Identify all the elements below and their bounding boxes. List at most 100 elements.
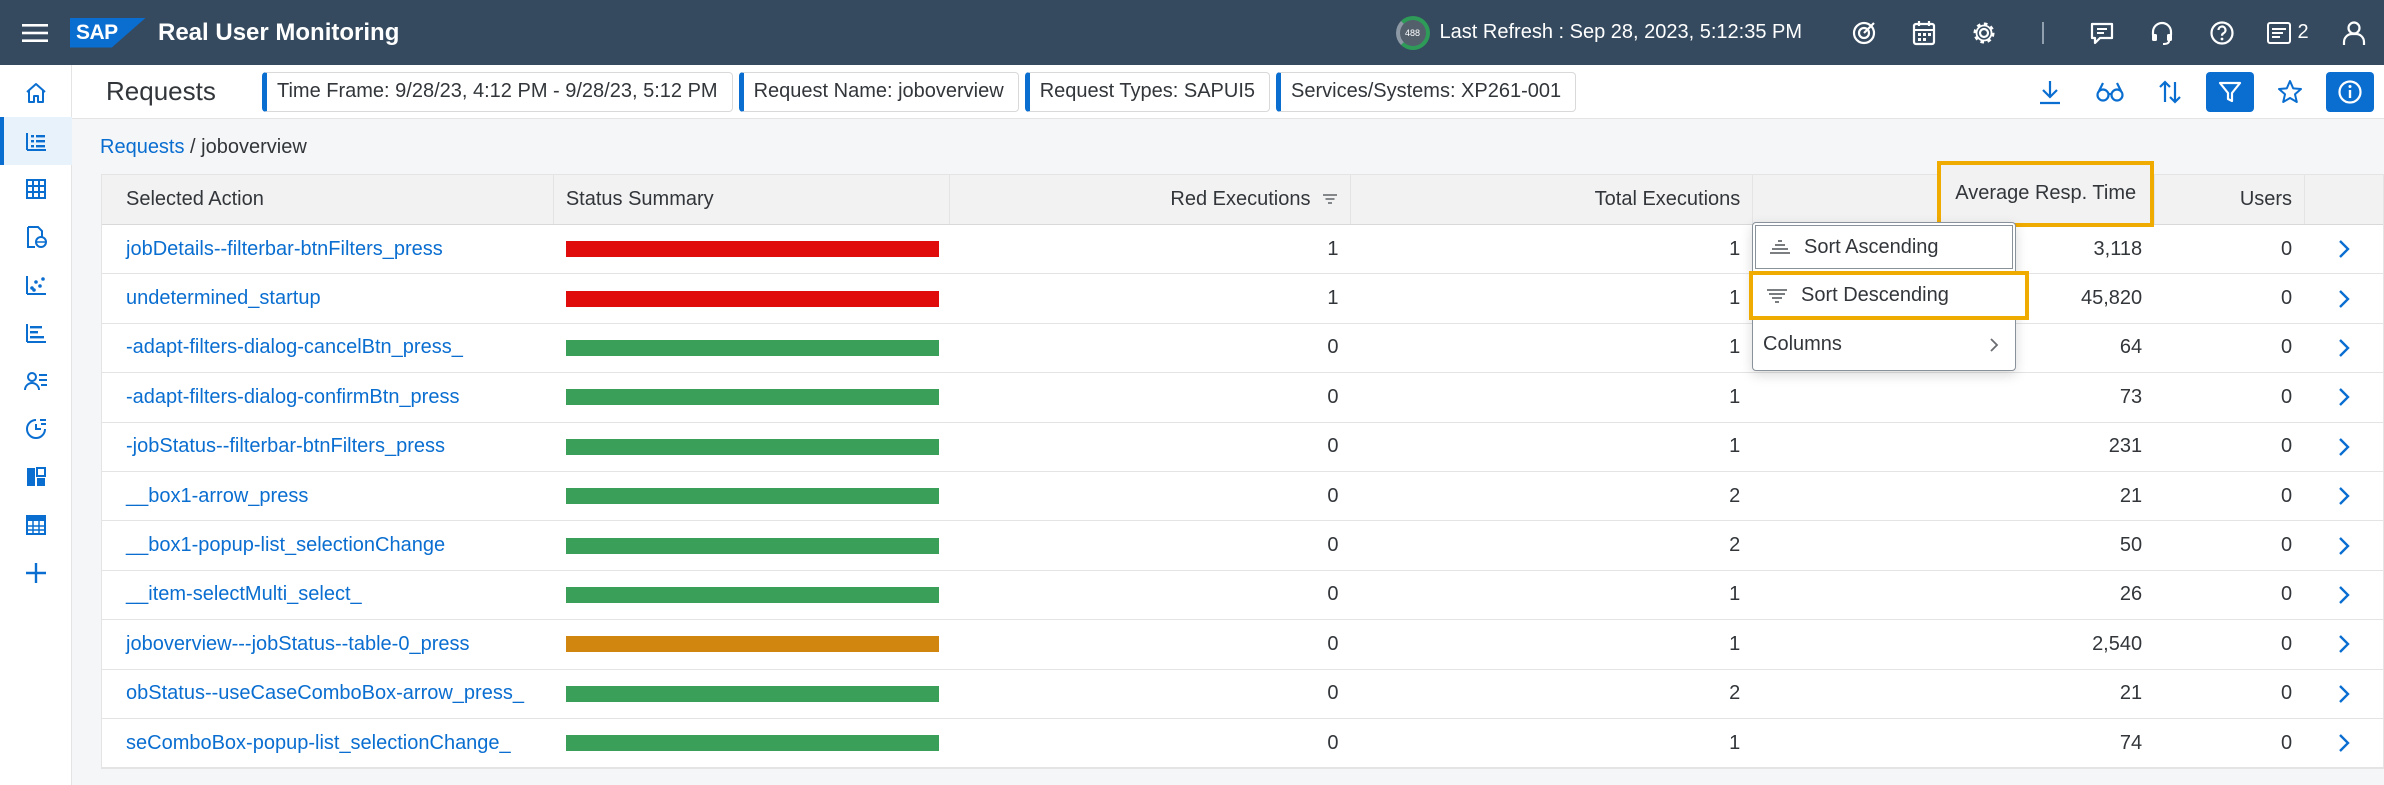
selected-action-link[interactable]: -adapt-filters-dialog-cancelBtn_press_	[102, 324, 554, 372]
users-cell: 0	[2280, 534, 2293, 557]
selected-action-link[interactable]: jobDetails--filterbar-btnFilters_press	[102, 225, 554, 273]
chevron-right-icon	[2338, 240, 2350, 259]
grid-icon	[26, 179, 46, 199]
filter-button[interactable]	[2206, 72, 2254, 112]
total-executions-cell: 1	[1729, 632, 1741, 655]
chevron-right-icon	[2338, 586, 2350, 604]
chevron-right-icon	[2338, 734, 2350, 752]
compare-button[interactable]	[2086, 72, 2134, 112]
filter-token-request-types[interactable]: Request Types: SAPUI5	[1024, 71, 1271, 112]
status-summary-cell	[554, 571, 950, 619]
row-navigation[interactable]	[2305, 719, 2383, 767]
sort-button[interactable]	[2146, 72, 2194, 112]
selected-action-link[interactable]: seComboBox-popup-list_selectionChange_	[102, 719, 554, 767]
filter-token-time-frame[interactable]: Time Frame: 9/28/23, 4:12 PM - 9/28/23, …	[262, 71, 733, 112]
table-row[interactable]: obStatus--useCaseComboBox-arrow_press_ 0 2…	[102, 670, 2383, 719]
nav-history[interactable]	[0, 405, 72, 453]
column-header-total-executions[interactable]: Total Executions	[1351, 175, 1754, 224]
column-header-average-resp-time[interactable]: Average Resp. Time	[1753, 160, 2156, 227]
download-icon	[2040, 81, 2060, 105]
feedback-icon[interactable]	[2072, 0, 2132, 65]
scatter-chart-icon	[26, 276, 46, 295]
column-header-selected-action[interactable]: Selected Action	[102, 175, 554, 224]
nav-grid[interactable]	[0, 165, 72, 213]
info-button[interactable]	[2326, 72, 2374, 112]
headset-icon[interactable]	[2132, 0, 2192, 65]
selected-action-link[interactable]: undetermined_startup	[102, 274, 554, 322]
table-row[interactable]: __box1-arrow_press 0 2 21 0	[102, 472, 2383, 522]
sort-icon	[2159, 80, 2181, 104]
row-navigation[interactable]	[2305, 423, 2383, 471]
chevron-right-icon	[2338, 388, 2350, 407]
home-icon	[26, 83, 46, 103]
nav-scatter[interactable]	[0, 261, 72, 309]
sort-descending-indicator-icon	[1323, 193, 1338, 204]
table-row[interactable]: -jobStatus--filterbar-btnFilters_press 0 1…	[102, 423, 2383, 472]
refresh-countdown-icon[interactable]: 488	[1395, 15, 1430, 50]
menu-button[interactable]	[0, 0, 70, 65]
status-bar	[565, 735, 939, 752]
sort-ascending-label: Sort Ascending	[1804, 235, 1939, 258]
breadcrumb: Requests / joboverview	[100, 136, 307, 159]
target-icon[interactable]	[1834, 0, 1894, 65]
status-summary-cell	[554, 225, 950, 273]
breadcrumb-current: joboverview	[201, 136, 307, 158]
average-resp-time-highlight[interactable]: Average Resp. Time	[1937, 160, 2155, 227]
nav-dashboard[interactable]	[0, 453, 72, 501]
table-row[interactable]: -adapt-filters-dialog-confirmBtn_press 0 1…	[102, 373, 2383, 423]
help-icon[interactable]	[2192, 0, 2252, 65]
gear-icon[interactable]	[1954, 0, 2014, 65]
average-resp-time-cell: 21	[2119, 682, 2143, 705]
table-row[interactable]: __item-selectMulti_select_ 0 1 26 0	[102, 571, 2383, 621]
row-navigation[interactable]	[2305, 373, 2383, 421]
calendar-icon[interactable]	[1894, 0, 1954, 65]
nav-requests[interactable]	[0, 117, 72, 165]
sort-descending-item[interactable]: Sort Descending	[1749, 271, 2029, 320]
columns-item[interactable]: Columns	[1753, 320, 2015, 369]
selected-action-link[interactable]: joboverview---jobStatus--table-0_press	[102, 620, 554, 668]
chevron-right-icon	[2338, 684, 2350, 703]
nav-bars[interactable]	[0, 309, 72, 357]
users-cell: 0	[2280, 682, 2293, 705]
table-row[interactable]: __box1-popup-list_selectionChange 0 2 50 0	[102, 521, 2383, 571]
row-navigation[interactable]	[2305, 620, 2383, 668]
table-row[interactable]: joboverview---jobStatus--table-0_press 0 1…	[102, 620, 2383, 670]
table-row[interactable]: seComboBox-popup-list_selectionChange_ 0 1…	[102, 719, 2383, 769]
row-navigation[interactable]	[2305, 225, 2383, 273]
column-header-users[interactable]: Users	[2155, 175, 2306, 224]
nav-table[interactable]	[0, 501, 72, 549]
row-navigation[interactable]	[2305, 670, 2383, 718]
notifications-icon[interactable]: 2	[2252, 0, 2324, 65]
nav-users[interactable]	[0, 357, 72, 405]
selected-action-link[interactable]: __box1-popup-list_selectionChange	[102, 521, 554, 569]
row-navigation[interactable]	[2305, 324, 2383, 372]
selected-action-link[interactable]: __box1-arrow_press	[102, 472, 554, 520]
filter-token-request-name[interactable]: Request Name: joboverview	[738, 71, 1019, 112]
sort-ascending-item[interactable]: Sort Ascending	[1755, 225, 2013, 269]
column-header-status-summary[interactable]: Status Summary	[554, 175, 950, 224]
row-navigation[interactable]	[2305, 472, 2383, 520]
row-navigation[interactable]	[2305, 521, 2383, 569]
status-summary-cell	[554, 620, 950, 668]
breadcrumb-link-requests[interactable]: Requests	[100, 136, 185, 158]
table-row[interactable]: undetermined_startup 1 1 45,820 0	[102, 274, 2383, 324]
nav-add[interactable]	[0, 549, 72, 597]
table-row[interactable]: -adapt-filters-dialog-cancelBtn_press_ 0 1…	[102, 324, 2383, 374]
star-icon	[2278, 80, 2302, 103]
total-executions-cell: 1	[1729, 731, 1741, 754]
filter-token-services-systems[interactable]: Services/Systems: XP261-001	[1276, 71, 1577, 112]
nav-home[interactable]	[0, 69, 72, 117]
red-executions-cell: 0	[1327, 484, 1339, 507]
row-navigation[interactable]	[2305, 571, 2383, 619]
table-row[interactable]: jobDetails--filterbar-btnFilters_press 1 1…	[102, 225, 2383, 275]
column-header-red-executions[interactable]: Red Executions	[950, 175, 1352, 224]
row-navigation[interactable]	[2305, 274, 2383, 322]
selected-action-link[interactable]: __item-selectMulti_select_	[102, 571, 554, 619]
user-icon[interactable]	[2324, 0, 2384, 65]
nav-web-pages[interactable]	[0, 213, 72, 261]
selected-action-link[interactable]: -adapt-filters-dialog-confirmBtn_press	[102, 373, 554, 421]
selected-action-link[interactable]: obStatus--useCaseComboBox-arrow_press_	[102, 670, 554, 718]
download-button[interactable]	[2026, 72, 2074, 112]
favorite-button[interactable]	[2266, 72, 2314, 112]
selected-action-link[interactable]: -jobStatus--filterbar-btnFilters_press	[102, 423, 554, 471]
